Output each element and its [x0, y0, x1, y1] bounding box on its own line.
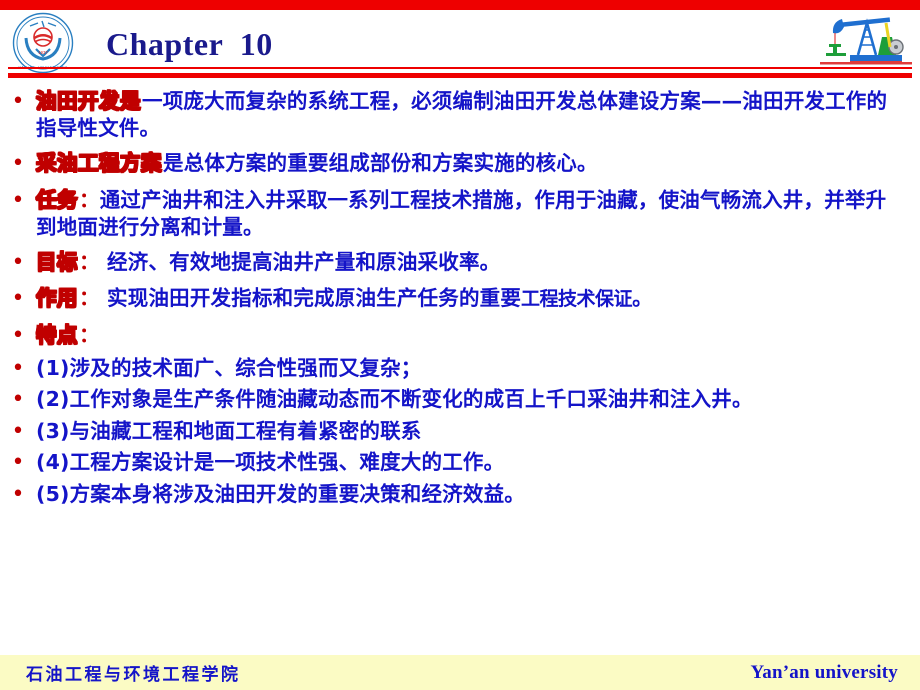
bullet-row: • 油田开发是一项庞大而复杂的系统工程，必须编制油田开发总体建设方案——油田开发工…: [0, 88, 920, 142]
bullet-marker-icon: •: [11, 355, 25, 381]
bullet-keyword: (2): [36, 387, 70, 412]
bullet-keyword-colon: ：: [79, 286, 100, 311]
bullet-row: • (4)工程方案设计是一项技术性强、难度大的工作。: [0, 449, 920, 478]
bullet-text: 特点：: [35, 322, 896, 349]
bullet-marker-icon: •: [11, 151, 25, 177]
bullet-text: 作用： 实现油田开发指标和完成原油生产任务的重要工程技术保证。: [35, 285, 896, 312]
bullet-keyword: 目标: [35, 249, 78, 274]
bullet-keyword: (1): [36, 355, 70, 380]
bullet-marker-icon: •: [11, 286, 25, 312]
bullet-text: (1)涉及的技术面广、综合性强而又复杂；: [36, 355, 896, 382]
bullet-keyword: 作用: [35, 286, 78, 311]
bullet-marker-icon: •: [11, 249, 25, 275]
bullet-body-text: 方案本身将涉及油田开发的重要决策和经济效益。: [69, 481, 526, 506]
bullet-marker-icon: •: [11, 481, 25, 507]
bullet-keyword-colon: ：: [79, 187, 100, 212]
bullet-body-text: 是总体方案的重要组成部份和方案实施的核心。: [163, 151, 598, 176]
bullet-keyword: (5): [36, 481, 70, 506]
bullet-body-text: 与油藏工程和地面工程有着紧密的联系: [69, 418, 422, 443]
bullet-row: • (1)涉及的技术面广、综合性强而又复杂；: [0, 355, 920, 384]
seal-year-text: 1937: [38, 50, 48, 55]
bullet-keyword: 特点: [35, 322, 78, 347]
slide-body-content: • 油田开发是一项庞大而复杂的系统工程，必须编制油田开发总体建设方案——油田开发工…: [0, 88, 920, 628]
oil-pumpjack-icon: [820, 11, 912, 67]
page-title: Chapter 10: [106, 26, 273, 62]
bullet-text: (3)与油藏工程和地面工程有着紧密的联系: [36, 418, 896, 445]
bullet-row: • (3)与油藏工程和地面工程有着紧密的联系: [0, 418, 920, 447]
bullet-marker-icon: •: [11, 450, 25, 476]
bullet-keyword: 油田开发是: [35, 88, 141, 113]
bullet-body-text: 工作对象是生产条件随油藏动态而不断变化的成百上千口采油井和注入井。: [69, 387, 753, 412]
bullet-tail-text: 。: [632, 286, 653, 311]
bullet-keyword-colon: ：: [79, 249, 100, 274]
bullet-marker-icon: •: [11, 387, 25, 413]
slide-footer: 石油工程与环境工程学院 Yan’an university: [0, 655, 920, 690]
bullet-text: (5)方案本身将涉及油田开发的重要决策和经济效益。: [36, 481, 896, 508]
slide-header: 1937 YAN'AN UNIVERSITY Chapter 10: [0, 0, 920, 80]
bullet-keyword: 任务: [35, 187, 78, 212]
bullet-body-text: 工程方案设计是一项技术性强、难度大的工作。: [69, 450, 505, 475]
bullet-row: • 采油工程方案是总体方案的重要组成部份和方案实施的核心。: [0, 150, 920, 179]
bullet-row: • 作用： 实现油田开发指标和完成原油生产任务的重要工程技术保证。: [0, 285, 920, 314]
bullet-row: • 目标： 经济、有效地提高油井产量和原油采收率。: [0, 249, 920, 278]
bullet-text: 任务：通过产油井和注入井采取一系列工程技术措施，作用于油藏，使油气畅流入井，并举…: [35, 187, 896, 241]
footer-department-label: 石油工程与环境工程学院: [26, 665, 241, 685]
bullet-marker-icon: •: [11, 89, 25, 114]
bullet-body-text: 一项庞大而复杂的系统工程，必须编制油田开发总体建设方案——油田开发工作的指导性文…: [36, 89, 888, 141]
bullet-keyword: 采油工程方案: [35, 150, 162, 176]
bullet-body-text: 通过产油井和注入井采取一系列工程技术措施，作用于油藏，使油气畅流入井，并举升到地…: [36, 187, 887, 239]
bullet-text: (4)工程方案设计是一项技术性强、难度大的工作。: [36, 449, 896, 476]
bullet-keyword: (3): [36, 418, 70, 443]
bullet-marker-icon: •: [11, 322, 25, 348]
bullet-text: (2)工作对象是生产条件随油藏动态而不断变化的成百上千口采油井和注入井。: [36, 386, 896, 413]
bullet-keyword: (4): [36, 450, 70, 475]
bullet-text: 采油工程方案是总体方案的重要组成部份和方案实施的核心。: [35, 150, 896, 177]
bullet-text: 目标： 经济、有效地提高油井产量和原油采收率。: [35, 249, 896, 276]
bullet-body-text: 经济、有效地提高油井产量和原油采收率。: [99, 249, 501, 274]
bullet-body-text: 涉及的技术面广、综合性强而又复杂；: [69, 355, 422, 380]
bullet-row: • 任务：通过产油井和注入井采取一系列工程技术措施，作用于油藏，使油气畅流入井，并…: [0, 187, 920, 241]
bullet-row: • 特点：: [0, 322, 920, 351]
university-seal-logo: 1937 YAN'AN UNIVERSITY: [12, 12, 74, 74]
header-divider-thin: [8, 67, 912, 69]
bullet-row: • (5)方案本身将涉及油田开发的重要决策和经济效益。: [0, 481, 920, 510]
bullet-text: 油田开发是一项庞大而复杂的系统工程，必须编制油田开发总体建设方案——油田开发工作…: [35, 88, 896, 142]
header-top-red-bar: [0, 0, 920, 10]
header-divider-thick: [8, 73, 912, 78]
footer-university-label: Yan’an university: [750, 661, 898, 683]
bullet-marker-icon: •: [11, 187, 25, 213]
bullet-row: • (2)工作对象是生产条件随油藏动态而不断变化的成百上千口采油井和注入井。: [0, 386, 920, 415]
bullet-body-text: 实现油田开发指标和完成原油生产任务的重要: [99, 286, 522, 311]
bullet-marker-icon: •: [11, 418, 25, 444]
bullet-emphasis-text: 工程技术保证: [521, 288, 633, 311]
bullet-keyword-colon: ：: [79, 322, 100, 347]
